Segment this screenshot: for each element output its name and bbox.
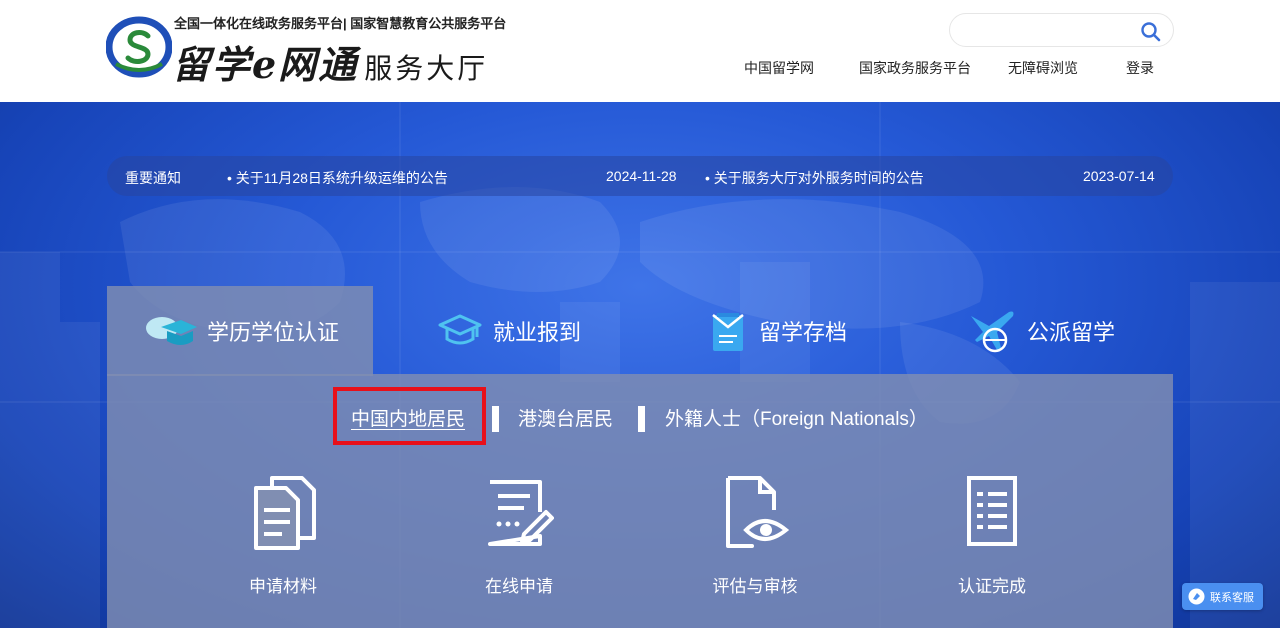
tab-label-archive: 留学存档: [759, 320, 848, 345]
step-label-online: 在线申请: [485, 577, 553, 596]
contact-service-button[interactable]: 联系客服: [1182, 583, 1263, 610]
archive-folder-icon: [712, 313, 744, 351]
tab-label-sponsored: 公派留学: [1027, 320, 1116, 345]
top-navigation: 中国留学网 国家政务服务平台 无障碍浏览 登录: [0, 58, 1280, 78]
search-icon[interactable]: [1139, 20, 1161, 42]
step-application-materials[interactable]: 申请材料: [213, 474, 353, 597]
service-tabs: 学历学位认证 就业报到 留学存档 公派留学: [107, 286, 1173, 376]
tab-degree-verification[interactable]: 学历学位认证: [107, 286, 373, 376]
nav-link-login[interactable]: 登录: [1126, 58, 1154, 78]
notice-item-2-title[interactable]: • 关于服务大厅对外服务时间的公告: [705, 168, 924, 188]
subtab-foreign-nationals[interactable]: 外籍人士（Foreign Nationals）: [665, 404, 928, 431]
subtab-divider: [492, 406, 499, 432]
subtab-divider: [638, 406, 645, 432]
tab-label-employment: 就业报到: [493, 320, 582, 345]
tab-label-degree: 学历学位认证: [207, 320, 340, 345]
applicant-type-tabs: 中国内地居民 港澳台居民 外籍人士（Foreign Nationals）: [107, 394, 1173, 438]
step-certification-complete[interactable]: 认证完成: [922, 474, 1062, 597]
hero-section: 重要通知 • 关于11月28日系统升级运维的公告 2024-11-28 • 关于…: [0, 102, 1280, 628]
tab-government-sponsored[interactable]: 公派留学: [967, 286, 1173, 376]
notice-item-2-date: 2023-07-14: [1083, 168, 1155, 184]
notice-item-1-title[interactable]: • 关于11月28日系统升级运维的公告: [227, 168, 448, 188]
site-header: 全国一体化在线政务服务平台| 国家智慧教育公共服务平台 留学e网通 服务大厅 中…: [0, 0, 1280, 102]
checklist-icon: [967, 476, 1017, 546]
nav-link-cscse[interactable]: 中国留学网: [744, 58, 814, 78]
logo-subtitle: 全国一体化在线政务服务平台| 国家智慧教育公共服务平台: [174, 16, 507, 31]
notice-item-1-date: 2024-11-28: [606, 168, 677, 184]
document-eye-icon: [726, 476, 790, 548]
subtab-hk-macao-taiwan[interactable]: 港澳台居民: [518, 404, 613, 431]
step-label-complete: 认证完成: [958, 577, 1026, 596]
nav-link-accessibility[interactable]: 无障碍浏览: [1008, 58, 1078, 78]
step-label-materials: 申请材料: [249, 577, 317, 596]
step-evaluation-review[interactable]: 评估与审核: [685, 474, 825, 597]
highlight-annotation-box: [333, 387, 486, 445]
graduation-cap-icon: [146, 317, 197, 345]
nav-link-gov-service[interactable]: 国家政务服务平台: [859, 58, 971, 78]
employment-cap-icon: [438, 314, 482, 345]
step-online-application[interactable]: 在线申请: [449, 474, 589, 597]
notice-bar: 重要通知 • 关于11月28日系统升级运维的公告 2024-11-28 • 关于…: [107, 156, 1173, 196]
contact-service-label: 联系客服: [1210, 591, 1254, 604]
plane-globe-icon: [971, 311, 1014, 353]
search-input[interactable]: [964, 20, 1134, 42]
edit-form-icon: [488, 480, 554, 546]
notice-label: 重要通知: [125, 170, 181, 186]
step-label-review: 评估与审核: [712, 577, 798, 596]
tab-employment-report[interactable]: 就业报到: [437, 286, 657, 376]
chat-bubble-icon: [1188, 588, 1205, 605]
tab-study-archive[interactable]: 留学存档: [709, 286, 929, 376]
search-box: [949, 13, 1174, 47]
service-panel: 中国内地居民 港澳台居民 外籍人士（Foreign Nationals） 申请材…: [107, 374, 1173, 628]
documents-icon: [254, 476, 316, 550]
